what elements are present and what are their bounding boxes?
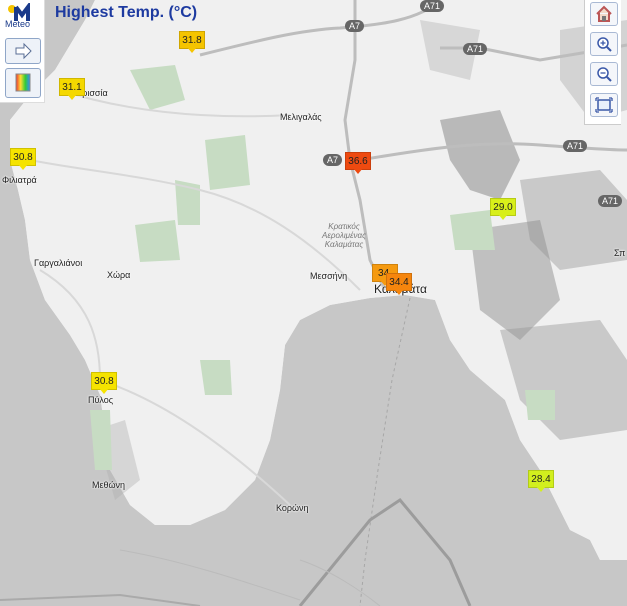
- zoom-panel: [584, 0, 621, 125]
- place-label-filiatra: Φιλιατρά: [2, 175, 37, 185]
- road-shield-a71: A71: [420, 0, 445, 12]
- left-control-panel: Meteo: [0, 0, 45, 103]
- temperature-marker[interactable]: 30.8: [91, 372, 117, 394]
- place-label-meligalas: Μελιγαλάς: [280, 112, 322, 122]
- place-label-gargalianoi: Γαργαλιάνοι: [34, 258, 83, 268]
- place-label-koroni: Κορώνη: [276, 503, 309, 513]
- home-icon: [596, 5, 612, 22]
- road-shield-a71: A71: [563, 140, 588, 152]
- park-label-airport: Κρατικός Αερολιμένας Καλαμάτας: [322, 222, 366, 249]
- color-palette-icon: [15, 73, 31, 92]
- road-shield-a7: A7: [323, 154, 343, 166]
- place-label-pylos: Πύλος: [88, 395, 114, 405]
- arrow-right-button[interactable]: [5, 38, 41, 64]
- zoom-out-icon: [597, 67, 612, 82]
- road-shield-a7: A7: [345, 20, 365, 32]
- place-label-methoni: Μεθώνη: [92, 480, 126, 490]
- temperature-marker[interactable]: 36.6: [345, 152, 371, 174]
- road-shield-a71: A71: [598, 195, 623, 207]
- home-button[interactable]: [590, 2, 618, 26]
- logo-text: Meteo: [5, 19, 31, 29]
- temperature-marker[interactable]: 28.4: [528, 470, 554, 492]
- place-label-sp: Σπ: [614, 248, 626, 258]
- temperature-marker[interactable]: 31.1: [59, 78, 85, 100]
- zoom-out-button[interactable]: [590, 62, 618, 86]
- temperature-marker[interactable]: 30.8: [10, 148, 36, 170]
- temperature-marker[interactable]: 34.4: [386, 273, 412, 295]
- place-label-chora: Χώρα: [107, 270, 131, 280]
- zoom-in-button[interactable]: [590, 32, 618, 56]
- place-label-messini: Μεσσήνη: [310, 271, 348, 281]
- zoom-in-icon: [597, 37, 612, 52]
- arrow-right-icon: [15, 42, 32, 60]
- road-shield-a71: A71: [463, 43, 488, 55]
- temperature-marker[interactable]: 31.8: [179, 31, 205, 53]
- fullscreen-icon: [595, 97, 613, 113]
- map-title: Highest Temp. (°C): [55, 4, 198, 21]
- fullscreen-button[interactable]: [590, 93, 618, 117]
- color-palette-button[interactable]: [5, 68, 41, 98]
- temperature-marker[interactable]: 29.0: [490, 198, 516, 220]
